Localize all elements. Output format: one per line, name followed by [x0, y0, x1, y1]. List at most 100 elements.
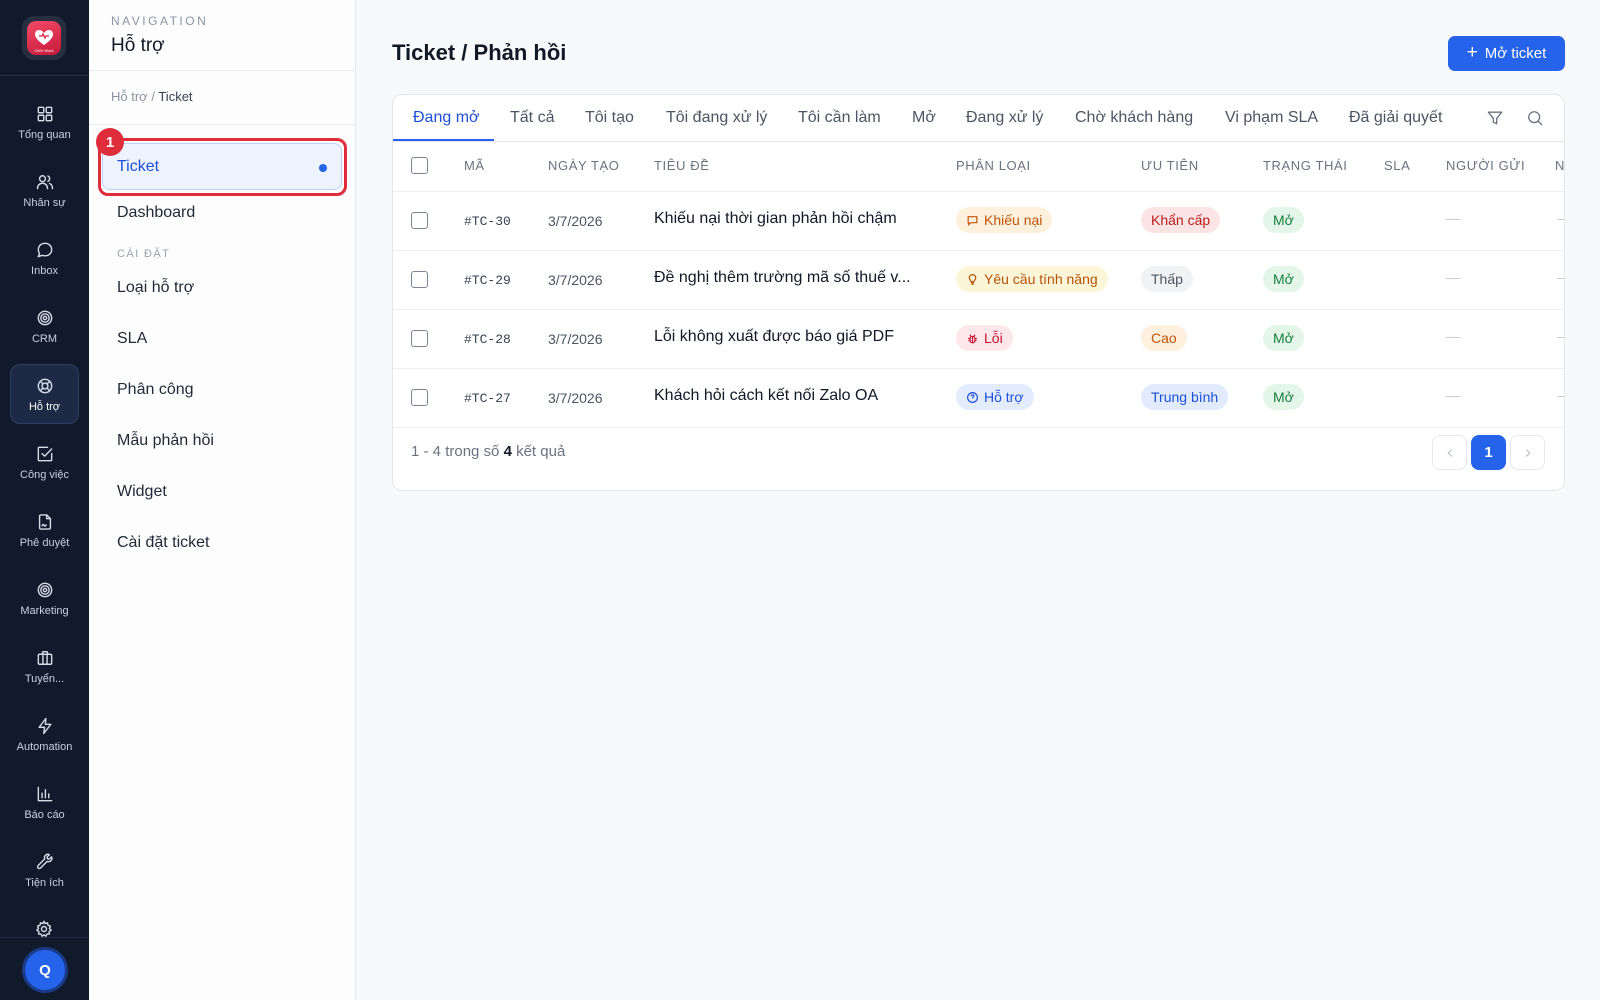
gear-icon	[35, 920, 53, 938]
status-badge: Mở	[1263, 207, 1304, 233]
tab-vi-pham-sla[interactable]: Vi phạm SLA	[1225, 109, 1318, 127]
select-all-checkbox[interactable]	[411, 157, 428, 174]
tab-da-giai-quyet[interactable]: Đã giải quyết	[1349, 109, 1442, 127]
dashboard-grid-icon	[37, 106, 52, 121]
rail-item-cong-viec[interactable]: Công việc	[10, 432, 79, 492]
page-1-button[interactable]: 1	[1471, 435, 1506, 470]
row-checkbox[interactable]	[411, 389, 428, 406]
rail-item-ho-tro[interactable]: Hỗ trợ	[10, 364, 79, 424]
rail-item-label: Nhân sự	[23, 196, 66, 209]
tab-toi-dang-xu-ly[interactable]: Tôi đang xử lý	[666, 109, 767, 127]
step-number-badge: 1	[96, 128, 124, 156]
rail-item-tuyen-dung[interactable]: Tuyển...	[10, 636, 79, 696]
search-button[interactable]	[1525, 108, 1545, 128]
row-checkbox[interactable]	[411, 271, 428, 288]
tab-toi-can-lam[interactable]: Tôi cần làm	[798, 109, 881, 127]
rail-item-bao-cao[interactable]: Báo cáo	[10, 772, 79, 832]
rail-item-label: Báo cáo	[24, 808, 65, 821]
column-header-created-date[interactable]: NGÀY TẠO	[548, 158, 620, 173]
briefcase-icon	[37, 650, 52, 665]
ticket-title[interactable]: Khiếu nại thời gian phản hồi chậm	[654, 210, 897, 228]
rail-divider	[0, 75, 89, 76]
tab-dang-mo[interactable]: Đang mở	[413, 109, 480, 127]
sidebar-divider	[89, 124, 356, 125]
table-row[interactable]: #TC-27 3/7/2026 Khách hỏi cách kết nối Z…	[393, 369, 1564, 428]
sidebar-item-dashboard[interactable]: Dashboard	[117, 204, 195, 222]
ticket-code[interactable]: #TC-27	[464, 391, 511, 406]
rail-item-tong-quan[interactable]: Tổng quan	[10, 92, 79, 152]
ticket-title[interactable]: Khách hỏi cách kết nối Zalo OA	[654, 387, 878, 405]
next-page-button[interactable]	[1510, 435, 1545, 470]
rail-item-automation[interactable]: Automation	[10, 704, 79, 764]
sidebar-item-mau-phan-hoi[interactable]: Mẫu phản hồi	[117, 432, 214, 450]
sidebar-item-widget[interactable]: Widget	[117, 483, 167, 501]
results-suffix: kết quả	[516, 443, 566, 460]
tab-cho-khach-hang[interactable]: Chờ khách hàng	[1075, 109, 1193, 127]
category-badge: Khiếu nại	[956, 207, 1053, 233]
sender-value: —	[1446, 387, 1460, 403]
next-column-value: —	[1557, 387, 1564, 403]
ticket-code[interactable]: #TC-29	[464, 273, 511, 288]
priority-badge: Trung bình	[1141, 384, 1229, 410]
settings-gear-button[interactable]	[34, 919, 54, 939]
app-logo[interactable]: CMV Work	[22, 16, 66, 60]
category-label: Khiếu nại	[984, 212, 1043, 228]
table-row[interactable]: #TC-29 3/7/2026 Đề nghị thêm trường mã s…	[393, 251, 1564, 310]
tab-dang-xu-ly[interactable]: Đang xử lý	[966, 109, 1043, 127]
column-header-status[interactable]: TRẠNG THÁI	[1263, 158, 1348, 173]
rail-item-inbox[interactable]: Inbox	[10, 228, 79, 288]
chevron-right-icon	[1525, 448, 1531, 457]
rail-item-marketing[interactable]: Marketing	[10, 568, 79, 628]
lifebuoy-icon	[37, 378, 52, 393]
ticket-title[interactable]: Đề nghị thêm trường mã số thuế v...	[654, 269, 911, 287]
category-label: Yêu cầu tính năng	[984, 271, 1098, 287]
bar-chart-icon	[37, 786, 52, 801]
column-header-title[interactable]: TIÊU ĐỀ	[654, 158, 709, 173]
rail-item-label: Marketing	[20, 604, 69, 617]
next-column-value: —	[1557, 328, 1564, 344]
column-header-sender[interactable]: NGƯỜI GỬI	[1446, 158, 1525, 173]
table-row[interactable]: #TC-28 3/7/2026 Lỗi không xuất được báo …	[393, 310, 1564, 369]
plus-icon: +	[1466, 42, 1478, 63]
rail-item-label: Automation	[16, 740, 73, 753]
open-ticket-button[interactable]: + Mở ticket	[1448, 36, 1565, 71]
prev-page-button[interactable]	[1432, 435, 1467, 470]
rail-item-phe-duyet[interactable]: Phê duyệt	[10, 500, 79, 560]
row-checkbox[interactable]	[411, 212, 428, 229]
sidebar-item-sla[interactable]: SLA	[117, 330, 147, 348]
breadcrumb-parent[interactable]: Hỗ trợ	[111, 89, 148, 104]
column-header-priority[interactable]: ƯU TIÊN	[1141, 158, 1199, 173]
created-date: 3/7/2026	[548, 390, 603, 406]
rail-item-nhan-su[interactable]: Nhân sự	[10, 160, 79, 220]
ticket-title[interactable]: Lỗi không xuất được báo giá PDF	[654, 328, 894, 346]
highlight-frame: 1	[96, 128, 347, 196]
column-header-code[interactable]: MÃ	[464, 158, 485, 173]
row-checkbox[interactable]	[411, 330, 428, 347]
help-circle-icon	[967, 391, 978, 403]
column-header-sla[interactable]: SLA	[1384, 158, 1410, 173]
rail-item-label: Tổng quan	[18, 128, 71, 141]
user-avatar[interactable]: Q	[22, 947, 68, 993]
status-badge: Mở	[1263, 325, 1304, 351]
ticket-code[interactable]: #TC-30	[464, 214, 511, 229]
column-header-category[interactable]: PHÂN LOẠI	[956, 158, 1031, 173]
tab-mo[interactable]: Mở	[912, 109, 936, 127]
sidebar-section-label: CÀI ĐẶT	[117, 248, 171, 260]
filter-button[interactable]	[1485, 108, 1505, 128]
tab-tat-ca[interactable]: Tất cả	[510, 109, 554, 127]
search-icon	[1528, 111, 1543, 126]
filter-icon	[1487, 111, 1503, 125]
tab-toi-tao[interactable]: Tôi tạo	[585, 109, 634, 127]
sidebar-item-cai-dat-ticket[interactable]: Cài đặt ticket	[117, 534, 209, 552]
priority-badge: Cao	[1141, 325, 1187, 351]
column-header-next[interactable]: N	[1555, 158, 1564, 173]
results-range: 1 - 4	[411, 443, 442, 460]
rail-item-tien-ich[interactable]: Tiện ích	[10, 840, 79, 900]
table-row[interactable]: #TC-30 3/7/2026 Khiếu nại thời gian phản…	[393, 192, 1564, 251]
priority-badge: Khẩn cấp	[1141, 207, 1221, 233]
sidebar-item-phan-cong[interactable]: Phân công	[117, 381, 194, 399]
ticket-code[interactable]: #TC-28	[464, 332, 511, 347]
rail-item-crm[interactable]: CRM	[10, 296, 79, 356]
sidebar-item-loai-ho-tro[interactable]: Loại hỗ trợ	[117, 279, 194, 297]
checkbox-icon	[37, 446, 52, 461]
